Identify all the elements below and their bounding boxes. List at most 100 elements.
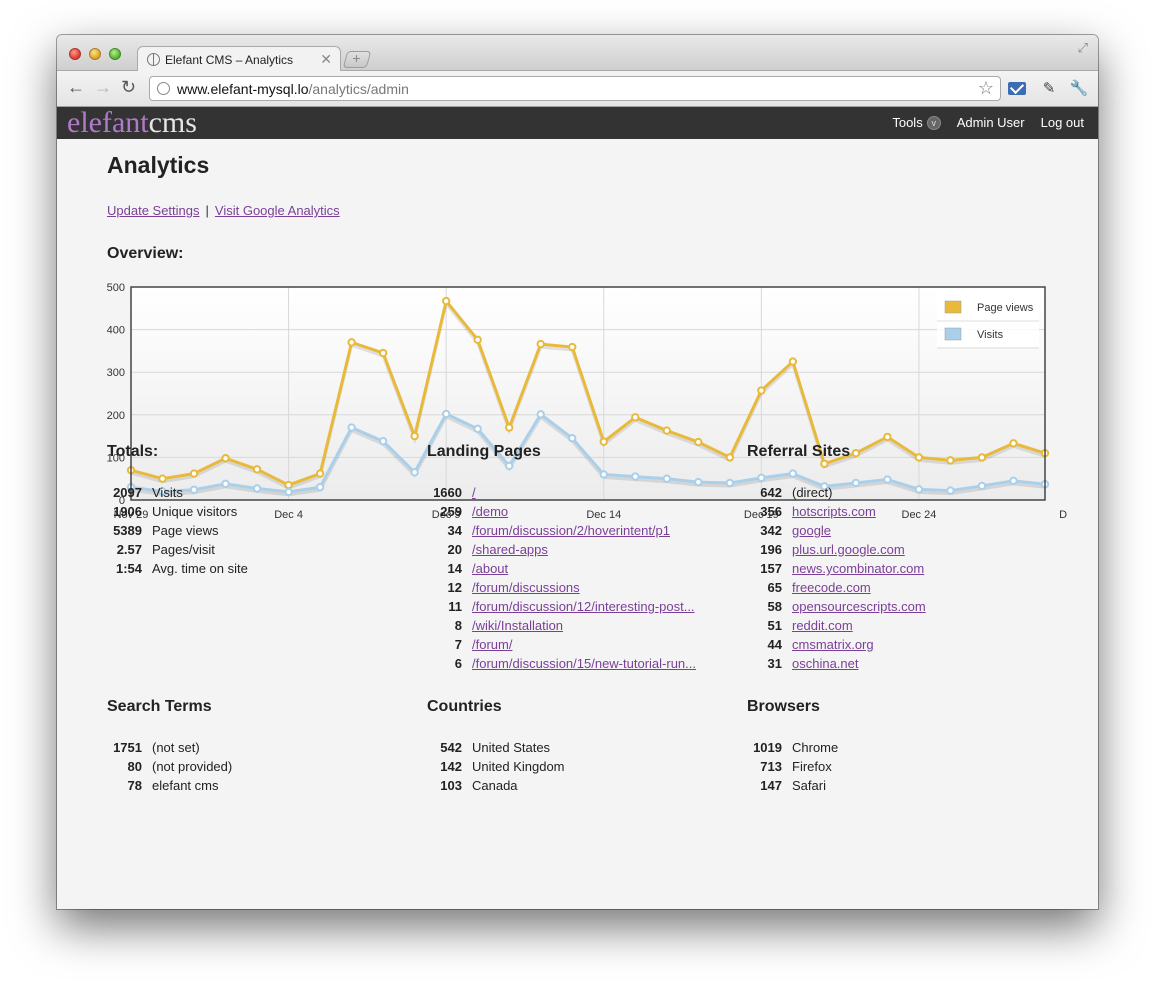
item-link[interactable]: freecode.com [792,578,871,597]
data-point [473,424,482,434]
overview-heading: Overview: [107,245,184,262]
item-link[interactable]: / [472,483,476,502]
wrench-icon[interactable]: 🔧 [1069,79,1089,97]
item-count: 1906 [113,504,142,519]
action-links: Update Settings | Visit Google Analytics [107,203,340,218]
list-item: 6/forum/discussion/15/new-tutorial-run..… [427,654,747,673]
data-point [757,386,766,395]
item-label: Unique visitors [152,504,238,519]
item-link[interactable]: /forum/ [472,635,512,654]
list-item: 5389 Page views [107,521,427,540]
item-count: 2.57 [116,542,142,557]
close-tab-icon[interactable]: ✕ [320,51,332,68]
reload-icon[interactable]: ↻ [121,77,136,98]
globe-icon [147,53,160,66]
list-item: 20/shared-apps [427,540,747,559]
item-count: 542 [440,740,462,755]
item-count: 80 [127,759,142,774]
admin-user-link[interactable]: Admin User [957,115,1025,130]
link-separator: | [205,203,209,218]
minimize-window-button[interactable] [89,48,101,60]
landing-pages-list: 1660/259/demo 34/forum/discussion/2/hover… [427,483,747,673]
elefant-logo[interactable]: elefantcms [67,107,197,139]
item-label: Visits [152,485,183,500]
mail-extension-icon[interactable] [1007,79,1027,97]
item-count: 34 [447,523,462,538]
list-item: 80 (not provided) [107,757,427,776]
item-link[interactable]: /forum/discussion/15/new-tutorial-run... [472,654,696,673]
totals-section: Totals: 2097 Visits 1906 Unique visitors 538… [107,443,427,578]
extension-icon[interactable]: ✎ [1039,79,1059,97]
item-link[interactable]: google [792,521,831,540]
list-item: 147 Safari [747,776,1067,795]
logo-elefant: elefant [67,106,149,139]
list-item: 12/forum/discussions [427,578,747,597]
browsers-list: 1019 Chrome 713 Firefox 147 Safari [747,738,1067,795]
y-tick-label: 500 [107,282,125,294]
item-link[interactable]: plus.url.google.com [792,540,905,559]
item-link[interactable]: /shared-apps [472,540,548,559]
page-title: Analytics [107,152,210,178]
totals-list: 2097 Visits 1906 Unique visitors 5389 Page vi… [107,483,427,578]
list-item: 1019 Chrome [747,738,1067,757]
item-link[interactable]: reddit.com [792,616,853,635]
item-count: 20 [447,542,462,557]
search-terms-list: 1751 (not set) 80 (not provided) 78 elefant c… [107,738,427,795]
item-count: 642 [760,485,782,500]
browsers-section: Browsers 1019 Chrome 713 Firefox 147 Safari [747,698,1067,795]
data-point [536,339,545,349]
item-link[interactable]: /demo [472,502,508,521]
forward-arrow-icon[interactable]: → [94,77,112,98]
data-point [410,431,419,441]
browser-tab[interactable]: Elefant CMS – Analytics ✕ [137,46,341,72]
list-item: 642 (direct) [747,483,1067,502]
item-count: 8 [454,618,462,633]
data-point [568,342,577,352]
back-arrow-icon[interactable]: ← [67,77,85,98]
list-item: 259/demo [427,502,747,521]
address-bar[interactable]: www.elefant-mysql.lo/analytics/admin ☆ [149,76,1001,101]
data-point [347,423,356,432]
page-info-icon[interactable] [157,82,170,95]
list-item: 157 news.ycombinator.com [747,559,1067,578]
fullscreen-icon[interactable]: ⤢ [1078,40,1088,56]
item-count: 342 [760,523,782,538]
close-window-button[interactable] [69,48,81,60]
tools-menu[interactable]: Tools v [892,115,941,130]
item-count: 51 [767,618,782,633]
data-point [568,434,577,443]
item-link[interactable]: news.ycombinator.com [792,559,924,578]
landing-pages-heading: Landing Pages [427,443,541,460]
list-item: 31 oschina.net [747,654,1067,673]
item-link[interactable]: hotscripts.com [792,502,876,521]
list-item: 58 opensourcescripts.com [747,597,1067,616]
item-link[interactable]: oschina.net [792,654,859,673]
item-link[interactable]: /forum/discussion/12/interesting-post... [472,597,695,616]
legend-label: Visits [977,329,1004,341]
visit-google-analytics-link[interactable]: Visit Google Analytics [215,203,340,218]
zoom-window-button[interactable] [109,48,121,60]
list-item: 342 google [747,521,1067,540]
url-path: /analytics/admin [308,81,409,97]
list-item: 78 elefant cms [107,776,427,795]
item-link[interactable]: /forum/discussions [472,578,580,597]
list-item: 14/about [427,559,747,578]
app-header: elefantcms Tools v Admin User Log out [57,107,1098,139]
item-link[interactable]: cmsmatrix.org [792,635,874,654]
item-label: Pages/visit [152,542,215,557]
item-link[interactable]: /about [472,559,508,578]
new-tab-button[interactable]: + [342,50,372,68]
totals-heading: Totals: [107,443,159,460]
item-link[interactable]: /wiki/Installation [472,616,563,635]
list-item: 34/forum/discussion/2/hoverintent/p1 [427,521,747,540]
item-link[interactable]: /forum/discussion/2/hoverintent/p1 [472,521,670,540]
list-item: 1:54 Avg. time on site [107,559,427,578]
list-item: 65 freecode.com [747,578,1067,597]
logout-link[interactable]: Log out [1041,115,1084,130]
y-tick-label: 200 [107,410,125,422]
bookmark-star-icon[interactable]: ☆ [978,78,994,99]
item-count: 78 [127,778,142,793]
list-item: 7/forum/ [427,635,747,654]
update-settings-link[interactable]: Update Settings [107,203,200,218]
item-link[interactable]: opensourcescripts.com [792,597,926,616]
